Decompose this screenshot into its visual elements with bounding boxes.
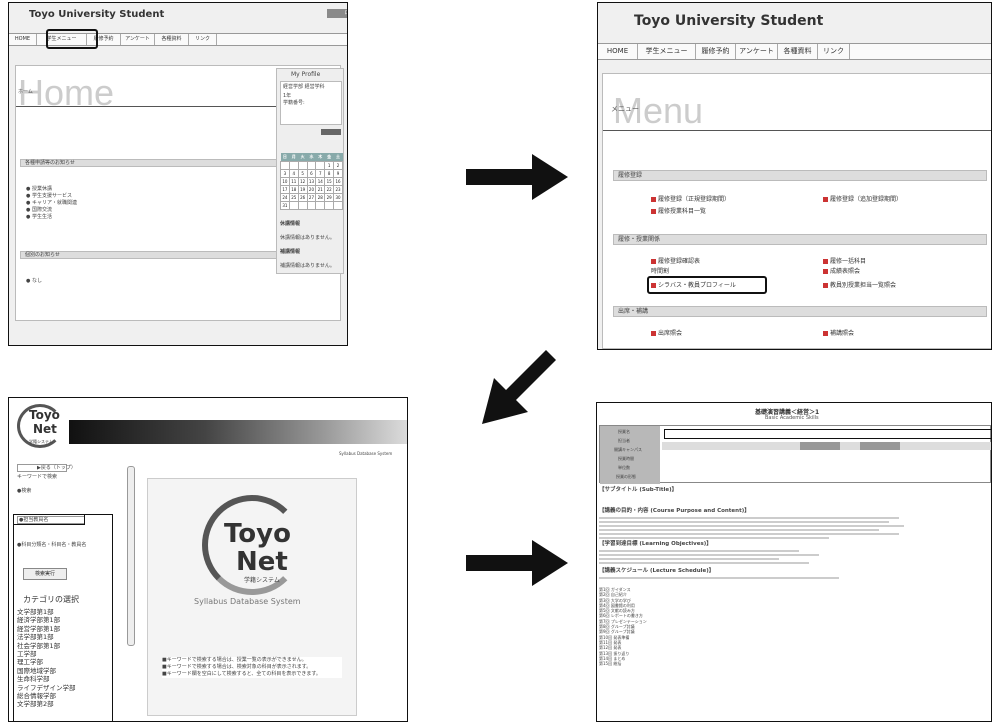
- schedule-list: 第1回 ガイダンス 第2回 自己紹介 第3回 大学の学び 第4回 図書館の利用 …: [599, 587, 989, 666]
- logo-text: Toyo: [29, 408, 60, 422]
- notice-item[interactable]: ● 授業休講: [26, 186, 77, 193]
- brand-logo: Toyo University Student: [634, 13, 824, 29]
- menu-link[interactable]: 時間割: [651, 268, 669, 275]
- section-heading: 【講義スケジュール (Lecture Schedule)】: [599, 568, 715, 574]
- menu-link[interactable]: 履修一括科目: [823, 258, 866, 265]
- section-heading: 【学習到達目標 (Learning Objectives)】: [599, 541, 712, 547]
- nav-survey[interactable]: アンケート: [736, 44, 778, 59]
- menu-section-head: 履修・授業関係: [613, 234, 987, 245]
- center-logo-sub: 学籍システム: [244, 577, 280, 584]
- menu-section-head: 出席・補講: [613, 306, 987, 317]
- section-heading: 【講義の目的・内容 (Course Purpose and Content)】: [599, 508, 750, 514]
- schedule-item: 第15回 総括: [599, 661, 622, 667]
- left-link[interactable]: キーワードで検索: [17, 474, 57, 481]
- menu-link[interactable]: 出席照会: [651, 330, 682, 337]
- info-label: 単位数: [618, 465, 630, 470]
- info-label: 授業名: [618, 429, 630, 434]
- left-link[interactable]: ▶戻る（トップ）: [37, 465, 76, 472]
- banner-text: Syllabus Database System: [339, 451, 393, 456]
- menu-link[interactable]: 教員別授業担当一覧照会: [823, 282, 896, 289]
- highlight-student-menu: [46, 29, 98, 49]
- calendar: 日月火水木金土 12 3456789 10 11 12 13 14 15 16 17 18 19…: [280, 153, 343, 210]
- center-logo-text: Toyo: [224, 519, 291, 549]
- highlight-teacher-name: [664, 429, 991, 439]
- notes: ■キーワードで検索する場合は、授業一覧の表示ができません。 ■キーワードで検索す…: [162, 657, 342, 678]
- highlight-teacher-field: [13, 514, 113, 721]
- nav-links[interactable]: リンク: [189, 34, 217, 45]
- page-subtitle: ホーム: [18, 89, 33, 95]
- nav-home[interactable]: HOME: [598, 44, 638, 59]
- notice-item[interactable]: ● 学生生活: [26, 214, 77, 221]
- info-label: 授業の形態: [616, 474, 636, 479]
- note-line: ■キーワードで検索する場合は、検索対象の科目が表示されます。: [162, 664, 312, 670]
- highlight-syllabus-link: [647, 276, 767, 294]
- header-banner: [69, 420, 407, 444]
- arrow-right-icon: [466, 540, 568, 586]
- menu-link[interactable]: 履修登録（追加登録期間）: [823, 196, 902, 203]
- nav-student-menu[interactable]: 学生メニュー: [638, 44, 696, 59]
- side-text: 休講情報はありません。: [280, 235, 335, 241]
- menu-link[interactable]: 履修授業科目一覧: [651, 208, 706, 215]
- nav-documents[interactable]: 各種資料: [778, 44, 818, 59]
- note-line: ■キーワード欄を空白にして検索すると、全ての科目を表示できます。: [162, 671, 321, 677]
- info-label: 開講キャンパス: [614, 447, 642, 452]
- left-panel: ▶戻る（トップ） キーワードで検索 ●検索 ●担当教員名 ●科目分類名・科目名・…: [13, 464, 117, 721]
- left-link[interactable]: ●検索: [17, 488, 31, 495]
- nav-links[interactable]: リンク: [818, 44, 850, 59]
- notices-list: ● 授業休講 ● 学生支援サービス ● キャリア・就職関連 ● 国際交流 ● 学…: [26, 186, 77, 221]
- nav-registration[interactable]: 履修予約: [696, 44, 736, 59]
- main-nav: HOME 学生メニュー 履修予約 アンケート 各種資料 リンク: [598, 43, 991, 60]
- profile-button[interactable]: [321, 129, 341, 135]
- screenshot-syllabus-search: Toyo Net 学籍システム Syllabus Database System…: [8, 397, 408, 722]
- menu-link[interactable]: 成績表照会: [823, 268, 860, 275]
- menu-link[interactable]: 履修登録確認表: [651, 258, 700, 265]
- menu-title-jp: メニュー: [611, 105, 639, 113]
- nav-home[interactable]: HOME: [9, 34, 37, 45]
- profile-line: 学籍番号:: [283, 100, 305, 106]
- brand-logo: Toyo University Student: [29, 9, 165, 20]
- nav-survey[interactable]: アンケート: [121, 34, 155, 45]
- nav-documents[interactable]: 各種資料: [155, 34, 189, 45]
- notice-item[interactable]: ● 学生支援サービス: [26, 193, 77, 200]
- screenshot-syllabus-detail: 基礎演習講義＜経営＞1 Basic Academic Skills 授業名 担当…: [596, 402, 992, 722]
- profile-line: 経営学部 経営学科: [283, 84, 325, 90]
- screenshot-menu: Toyo University Student HOME 学生メニュー 履修予約…: [597, 2, 992, 350]
- side-heading: 補講情報: [280, 249, 301, 255]
- logout-button[interactable]: ログアウト: [327, 9, 347, 18]
- profile-line: 1年: [283, 93, 292, 99]
- notice-item[interactable]: ● キャリア・就職関連: [26, 200, 77, 207]
- note-line: ■キーワードで検索する場合は、授業一覧の表示ができません。: [162, 657, 307, 663]
- scrollbar[interactable]: [127, 466, 135, 646]
- menu-content: Menu メニュー 履修登録 履修登録（正規登録期間） 履修登録（追加登録期間）…: [602, 73, 991, 349]
- syllabus-body: 【サブタイトル (Sub-Title)】 【講義の目的・内容 (Course P…: [599, 487, 989, 666]
- center-caption: Syllabus Database System: [194, 597, 301, 606]
- personal-item: ● なし: [26, 278, 42, 284]
- center-logo-text: Net: [236, 547, 288, 577]
- arrow-down-left-icon: [482, 350, 556, 424]
- notice-item[interactable]: ● 国際交流: [26, 207, 77, 214]
- info-table: 授業名 担当者 開講キャンパス 授業時間 単位数 授業の形態: [599, 425, 991, 484]
- course-subtitle: Basic Academic Skills: [765, 415, 819, 421]
- side-text: 補講情報はありません。: [280, 263, 335, 269]
- center-panel: Toyo Net 学籍システム Syllabus Database System…: [147, 478, 357, 716]
- menu-section-head: 履修登録: [613, 170, 987, 181]
- profile-title: My Profile: [291, 71, 321, 78]
- arrow-right-icon: [466, 154, 568, 200]
- logo-sub: 学籍システム: [29, 439, 53, 444]
- menu-link[interactable]: 履修登録（正規登録期間）: [651, 196, 730, 203]
- menu-link[interactable]: 補講照会: [823, 330, 854, 337]
- logo-text: Net: [33, 422, 57, 436]
- my-profile-box: My Profile 経営学部 経営学科 1年 学籍番号: 日月火水木金土 12…: [276, 68, 344, 274]
- side-heading: 休講情報: [280, 221, 301, 227]
- section-heading: 【サブタイトル (Sub-Title)】: [599, 487, 678, 493]
- info-label: 授業時間: [618, 456, 634, 461]
- info-label: 担当者: [618, 438, 630, 443]
- highlight-teacher-box: [13, 514, 85, 525]
